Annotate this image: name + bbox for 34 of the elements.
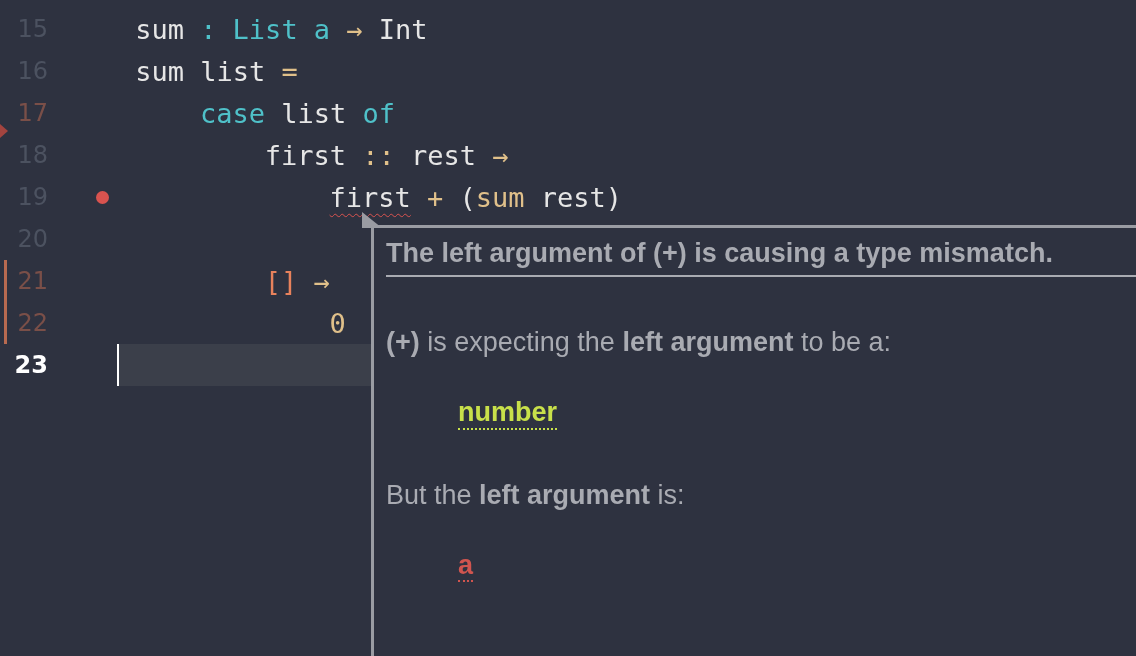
expected-type: number <box>458 398 557 430</box>
code-token: = <box>281 55 298 87</box>
code-token: + <box>427 181 444 213</box>
code-token: List <box>232 13 298 45</box>
actual-type: a <box>458 550 474 583</box>
line-number: 22 <box>16 309 48 337</box>
code-token: sum <box>135 13 184 45</box>
code-token: first <box>264 139 347 171</box>
code-token: of <box>362 97 395 129</box>
code-token: [] <box>264 265 298 297</box>
code-token: Int <box>378 13 428 45</box>
line-number: 17 <box>16 99 48 127</box>
expected-message: (+) is expecting the left argument to be a: <box>386 327 892 358</box>
code-token: ( <box>459 181 476 213</box>
line-number: 21 <box>16 267 48 295</box>
code-token: rest <box>540 181 606 213</box>
code-token: sum <box>475 181 525 213</box>
code-token: : <box>200 13 217 45</box>
code-token: a <box>313 13 331 45</box>
tooltip-title: The left argument of (+) is causing a type mismatch. <box>386 238 1136 277</box>
code-token: list <box>281 97 347 129</box>
code-token: sum <box>135 55 184 87</box>
code-token: → <box>313 265 330 297</box>
code-token: case <box>200 97 265 129</box>
code-token: :: <box>362 139 395 171</box>
code-token: → <box>492 139 509 171</box>
code-token: rest <box>410 139 476 171</box>
code-token: → <box>346 13 363 45</box>
code-token: ) <box>605 181 623 213</box>
line-number: 23 <box>13 351 48 379</box>
code-token: list <box>200 55 266 87</box>
code-token: first <box>329 181 411 213</box>
code-token: 0 <box>329 307 346 339</box>
actual-message: But the left argument is: <box>386 479 686 511</box>
